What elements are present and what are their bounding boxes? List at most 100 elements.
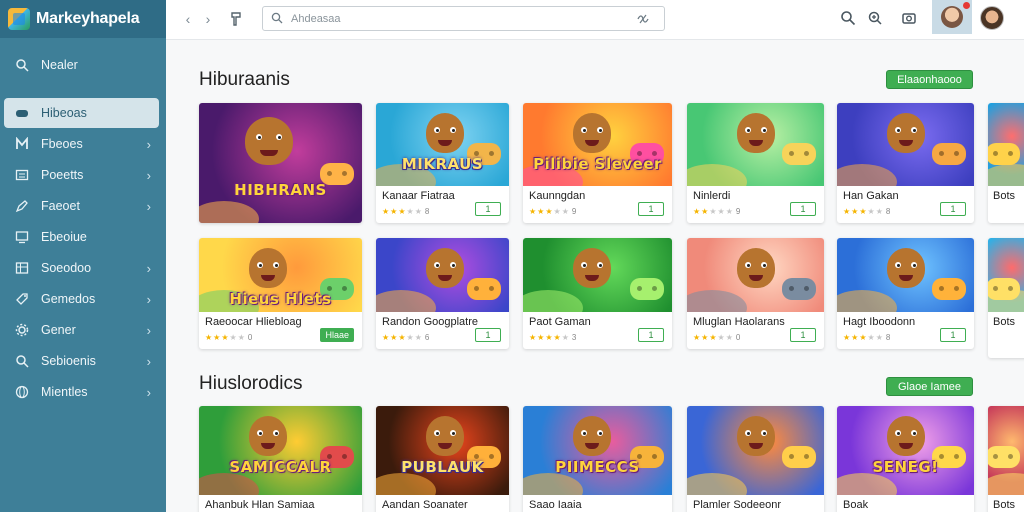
game-card[interactable]: SENEG! Boak (837, 406, 974, 512)
sidebar-item-fbeoes[interactable]: Fbeoes › (4, 129, 159, 159)
profile-avatar[interactable] (980, 6, 1004, 30)
game-card[interactable]: Ninlerdi ★★★★★ 9 1 (687, 103, 824, 223)
game-name: Bots (993, 316, 1016, 328)
game-name: Saao Iaaia (529, 499, 582, 511)
sidebar-item-hibeoas[interactable]: Hibeoas (4, 98, 159, 128)
game-thumbnail (837, 238, 974, 312)
game-card[interactable]: Mluglan Haolarans ★★★★★ 0 1 (687, 238, 824, 349)
game-card[interactable]: Randon Googplatre ★★★★★ 6 1 (376, 238, 509, 349)
game-art-title: MIKRAUS (401, 155, 484, 173)
section-title-featured: Hiburaanis (199, 69, 290, 90)
zoom-icon[interactable] (867, 10, 883, 26)
install-badge[interactable]: Hlaae (320, 328, 354, 342)
game-thumbnail (687, 238, 824, 312)
game-card-info: Saao Iaaia (523, 495, 672, 512)
sidebar-item-ebeoiue[interactable]: Ebeoiue (4, 222, 159, 252)
mascot-eye (910, 430, 917, 436)
mascot-eye (895, 262, 902, 268)
sidebar-item-sebioenis[interactable]: Sebioenis › (4, 346, 159, 376)
game-card-partial[interactable]: Bots (988, 238, 1024, 358)
brand[interactable]: Markeyhapela (0, 0, 166, 38)
game-card[interactable]: Pilibie Sleveer Kaunngdan ★★★★★ 9 1 (523, 103, 672, 223)
pin-icon[interactable] (226, 9, 246, 29)
user-avatar[interactable] (932, 0, 972, 34)
game-card[interactable]: HIBHRANS (199, 103, 362, 223)
gear-icon (14, 322, 30, 338)
game-card[interactable]: SAMICCALR Ahanbuk Hlan Samiaa (199, 406, 362, 512)
brand-name: Markeyhapela (36, 10, 140, 27)
section-action-button[interactable]: Elaaonhaooo (886, 70, 973, 89)
game-card[interactable]: MIKRAUS Kanaar Fiatraa ★★★★★ 8 1 (376, 103, 509, 223)
sidebar-item-mientles[interactable]: Mientles › (4, 377, 159, 407)
rating-count: 9 (571, 207, 577, 216)
game-card[interactable]: PUBLAUK Aandan Soanater (376, 406, 509, 512)
install-badge[interactable]: 1 (475, 202, 501, 216)
sidebar-item-faeoet[interactable]: Faeoet › (4, 191, 159, 221)
sidebar-item-poeetts[interactable]: Poeetts › (4, 160, 159, 190)
sidebar-item-gemedos[interactable]: Gemedos › (4, 284, 159, 314)
mascot-mouth (585, 139, 599, 146)
game-card[interactable]: Hagt Iboodonn ★★★★★ 8 1 (837, 238, 974, 349)
game-card-info: Plamler Sodeeonr (687, 495, 824, 512)
game-art-title: SAMICCALR (229, 458, 332, 476)
camera-icon[interactable] (901, 10, 917, 26)
game-card[interactable]: Paot Gaman ★★★★★ 3 1 (523, 238, 672, 349)
chevron-right-icon: › (146, 136, 151, 152)
search-icon[interactable] (840, 10, 856, 26)
game-thumbnail (523, 238, 672, 312)
brand-logo (8, 8, 30, 30)
mascot-eye (745, 430, 752, 436)
sidebar-item-label: Nealer (41, 58, 78, 72)
forward-arrow-icon[interactable]: › (198, 9, 218, 29)
install-badge[interactable]: 1 (638, 202, 664, 216)
back-arrow-icon[interactable]: ‹ (178, 9, 198, 29)
game-card-partial[interactable]: Bots (988, 406, 1024, 512)
chevron-right-icon: › (146, 167, 151, 183)
sidebar-item-soeodoo[interactable]: Soeodoo › (4, 253, 159, 283)
install-badge[interactable]: 1 (790, 202, 816, 216)
mascot-character (573, 113, 611, 153)
game-art-title: SENEG! (872, 458, 939, 476)
mascot-mouth (260, 150, 278, 157)
mascot-character (573, 416, 611, 456)
install-badge[interactable]: 1 (638, 328, 664, 342)
mascot-eye (434, 127, 441, 133)
search-bar[interactable] (262, 6, 665, 31)
game-card[interactable]: Plamler Sodeeonr (687, 406, 824, 512)
game-thumbnail (837, 103, 974, 186)
install-badge[interactable]: 1 (475, 328, 501, 342)
sidebar-item-nealer[interactable]: Nealer (4, 50, 159, 80)
rating-stars: ★★★★★ 8 (382, 207, 430, 216)
pen-icon (14, 198, 30, 214)
game-name: Kaunngdan (529, 190, 586, 202)
mascot-eye (895, 430, 902, 436)
sidebar-item-label: Ebeoiue (41, 230, 87, 244)
game-card[interactable]: PIIMECCS Saao Iaaia (523, 406, 672, 512)
globe-icon (14, 384, 30, 400)
install-badge[interactable]: 1 (790, 328, 816, 342)
mascot-eye (745, 127, 752, 133)
mascot-character (737, 416, 775, 456)
game-card-info: Aandan Soanater (376, 495, 509, 512)
game-card-info: Kaunngdan ★★★★★ 9 1 (523, 186, 672, 223)
mascot-eye (760, 127, 767, 133)
game-card-partial[interactable]: Bots (988, 103, 1024, 223)
mascot-mouth (438, 274, 452, 281)
install-badge[interactable]: 1 (940, 328, 966, 342)
section-action-button[interactable]: Glaoe Iamee (886, 377, 973, 396)
chevron-right-icon: › (146, 198, 151, 214)
sidebar-item-gener[interactable]: Gener › (4, 315, 159, 345)
sidebar-item-label: Hibeoas (41, 106, 87, 120)
search-input[interactable] (291, 10, 621, 28)
install-badge[interactable]: 1 (940, 202, 966, 216)
mascot-character (887, 416, 925, 456)
mascot-eye (276, 133, 283, 140)
voice-icon[interactable] (636, 12, 650, 26)
gamepad-icon (932, 278, 966, 300)
list-icon (14, 167, 30, 183)
game-card[interactable]: Han Gakan ★★★★★ 8 1 (837, 103, 974, 223)
mascot-eye (257, 262, 264, 268)
game-thumbnail: Hieus Hlets (199, 238, 362, 312)
mascot-eye (760, 430, 767, 436)
game-card[interactable]: Hieus Hlets Raeoocar Hliebloag ★★★★★ 0 Hlaae (199, 238, 362, 349)
